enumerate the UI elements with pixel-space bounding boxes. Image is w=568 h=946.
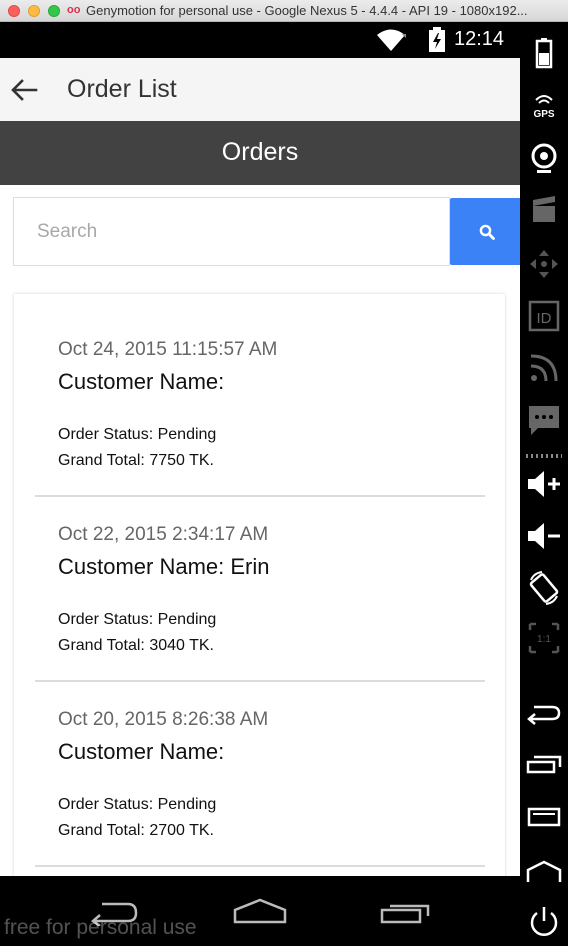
watermark: free for personal use bbox=[4, 916, 197, 939]
search-input[interactable] bbox=[13, 197, 450, 266]
power-icon[interactable] bbox=[526, 904, 562, 940]
recent-apps-icon[interactable] bbox=[526, 748, 562, 784]
back-icon[interactable] bbox=[526, 696, 562, 732]
section-title: Orders bbox=[221, 138, 299, 166]
close-window-button[interactable] bbox=[8, 5, 20, 17]
page-title: Order List bbox=[67, 75, 177, 103]
android-nav-bar: free for personal use bbox=[0, 876, 520, 946]
order-grand-total: Grand Total: 3040 TK. bbox=[58, 637, 214, 654]
status-clock: 12:14 bbox=[454, 28, 505, 50]
order-customer-name: Customer Name: Erin bbox=[58, 554, 270, 579]
rss-icon[interactable] bbox=[526, 350, 562, 386]
toolbar-divider bbox=[526, 454, 562, 458]
nav-recents-icon[interactable] bbox=[380, 900, 432, 924]
divider bbox=[35, 865, 485, 867]
nav-home-icon[interactable] bbox=[233, 898, 287, 924]
order-item[interactable]: Oct 24, 2015 11:15:57 AM Customer Name: … bbox=[14, 294, 505, 497]
order-date: Oct 22, 2015 2:34:17 AM bbox=[58, 524, 269, 545]
screencast-icon[interactable] bbox=[526, 192, 562, 228]
wifi-icon bbox=[377, 29, 406, 51]
status-bar: 12:14 bbox=[0, 22, 520, 58]
pixel-perfect-icon[interactable]: 1:1 bbox=[526, 620, 562, 656]
order-status: Order Status: Pending bbox=[58, 796, 217, 813]
emulator-toolbar: GPS ID 1:1 bbox=[520, 22, 568, 946]
dpad-icon[interactable] bbox=[526, 246, 562, 282]
search-button[interactable] bbox=[450, 198, 520, 265]
app-bar: Order List bbox=[0, 58, 520, 121]
webcam-icon[interactable] bbox=[526, 140, 562, 176]
device-id-icon[interactable]: ID bbox=[526, 298, 562, 334]
order-customer-name: Customer Name: bbox=[58, 369, 225, 394]
genymotion-logo-icon: oo bbox=[67, 4, 81, 16]
device-id-label: ID bbox=[537, 310, 552, 327]
orders-list: Oct 24, 2015 11:15:57 AM Customer Name: … bbox=[14, 294, 505, 876]
order-grand-total: Grand Total: 7750 TK. bbox=[58, 452, 214, 469]
sms-icon[interactable] bbox=[526, 402, 562, 438]
battery-icon bbox=[429, 27, 445, 52]
window-title: Genymotion for personal use - Google Nex… bbox=[86, 3, 528, 18]
magnifier-icon bbox=[479, 224, 495, 240]
order-status: Order Status: Pending bbox=[58, 426, 217, 443]
order-grand-total: Grand Total: 2700 TK. bbox=[58, 822, 214, 839]
arrow-left-icon[interactable] bbox=[10, 78, 38, 102]
device-screen: 12:14 Order List Orders Oct 24, 2015 11:… bbox=[0, 22, 520, 876]
scale-label: 1:1 bbox=[537, 634, 551, 645]
volume-down-icon[interactable] bbox=[526, 518, 562, 554]
volume-up-icon[interactable] bbox=[526, 466, 562, 502]
order-item[interactable]: Oct 22, 2015 2:34:17 AM Customer Name: E… bbox=[14, 479, 505, 682]
search-bar bbox=[13, 197, 520, 266]
battery-icon[interactable] bbox=[526, 36, 562, 72]
rotate-icon[interactable] bbox=[526, 570, 562, 606]
order-item[interactable]: Oct 20, 2015 8:26:38 AM Customer Name: O… bbox=[14, 664, 505, 867]
home-icon[interactable] bbox=[526, 852, 562, 888]
window-titlebar: oo Genymotion for personal use - Google … bbox=[0, 0, 568, 22]
order-date: Oct 24, 2015 11:15:57 AM bbox=[58, 339, 278, 360]
gps-icon[interactable]: GPS bbox=[526, 88, 562, 124]
gps-label: GPS bbox=[533, 109, 554, 120]
section-header: Orders bbox=[0, 121, 520, 185]
maximize-window-button[interactable] bbox=[48, 5, 60, 17]
minimize-window-button[interactable] bbox=[28, 5, 40, 17]
order-status: Order Status: Pending bbox=[58, 611, 217, 628]
order-customer-name: Customer Name: bbox=[58, 739, 225, 764]
order-date: Oct 20, 2015 8:26:38 AM bbox=[58, 709, 269, 730]
menu-icon[interactable] bbox=[526, 800, 562, 836]
